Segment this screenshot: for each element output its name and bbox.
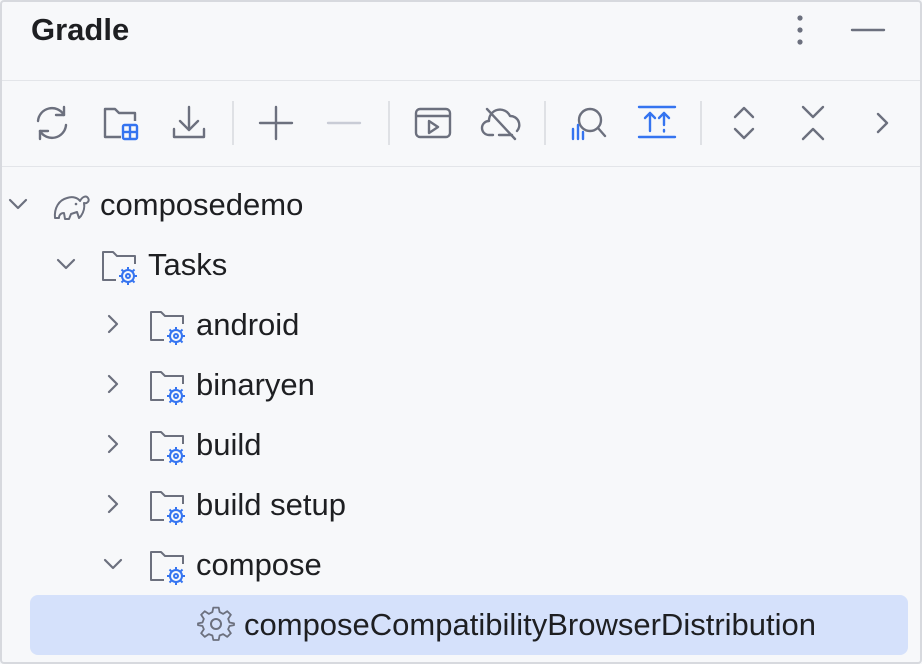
tree-item-label: binaryen	[196, 367, 315, 402]
folder-gear-icon	[150, 431, 185, 465]
analyze-icon	[571, 107, 607, 141]
minus-icon	[326, 121, 362, 125]
tree-item-build[interactable]: build	[2, 416, 920, 472]
panel-title: Gradle	[31, 12, 130, 47]
expand-all-button[interactable]	[722, 101, 766, 145]
tree-item-compose-compatibility-browser-distribution[interactable]: composeCompatibilityBrowserDistribution	[2, 595, 920, 655]
folder-gear-icon	[150, 551, 185, 585]
tree-item-binaryen[interactable]: binaryen	[2, 356, 920, 412]
tree-item-composedemo[interactable]: composedemo	[2, 176, 920, 232]
tree-item-label: compose	[196, 547, 322, 582]
tree-item-label: Tasks	[148, 247, 228, 282]
options-menu-button[interactable]	[780, 10, 820, 50]
toolbar-separator	[700, 101, 702, 145]
folder-gear-icon	[150, 371, 185, 405]
tree-item-build-setup[interactable]: build setup	[2, 476, 920, 532]
offline-mode-button[interactable]	[479, 101, 523, 145]
tree-item-label: build	[196, 427, 262, 462]
collapse-all-button[interactable]	[791, 101, 835, 145]
tree-item-label: composeCompatibilityBrowserDistribution	[244, 607, 816, 642]
cloud-off-icon	[480, 107, 521, 141]
refresh-icon	[36, 105, 68, 141]
chevron-right-icon[interactable]	[99, 490, 127, 518]
chevron-down-icon[interactable]	[4, 190, 32, 218]
toolbar-separator	[232, 101, 234, 145]
tree-item-compose[interactable]: compose	[2, 536, 920, 592]
expand-all-icon	[733, 106, 755, 140]
chevron-down-icon[interactable]	[99, 550, 127, 578]
chevron-right-icon[interactable]	[99, 310, 127, 338]
gradle-toolbar	[2, 81, 920, 167]
minimize-icon	[850, 28, 886, 32]
folder-add-icon	[103, 107, 139, 141]
hide-panel-button[interactable]	[848, 10, 888, 50]
show-dependencies-button[interactable]	[635, 101, 679, 145]
chevron-right-icon	[876, 112, 889, 134]
gradle-elephant-icon	[53, 195, 90, 220]
collapse-all-icon	[801, 105, 825, 141]
toolbar-separator	[544, 101, 546, 145]
dependencies-icon	[637, 105, 677, 139]
tool-window-header: Gradle	[2, 2, 920, 81]
link-project-button[interactable]	[254, 101, 298, 145]
add-project-button[interactable]	[99, 101, 143, 145]
download-sources-button[interactable]	[167, 101, 211, 145]
tree-item-label: composedemo	[100, 187, 304, 222]
folder-gear-icon	[150, 311, 185, 345]
chevron-right-icon[interactable]	[99, 370, 127, 398]
tree-item-android[interactable]: android	[2, 296, 920, 352]
folder-gear-icon	[102, 251, 137, 285]
analyze-dependencies-button[interactable]	[566, 101, 610, 145]
tree-item-label: android	[196, 307, 300, 342]
tree-item-label: build setup	[196, 487, 346, 522]
more-vertical-icon	[797, 15, 803, 45]
download-icon	[172, 105, 206, 139]
folder-gear-icon	[150, 491, 185, 525]
plus-icon	[258, 105, 294, 141]
more-actions-button[interactable]	[860, 101, 904, 145]
run-window-icon	[414, 107, 452, 139]
unlink-project-button[interactable]	[322, 101, 366, 145]
chevron-down-icon[interactable]	[52, 250, 80, 278]
toolbar-separator	[388, 101, 390, 145]
reload-all-button[interactable]	[30, 101, 74, 145]
chevron-right-icon[interactable]	[99, 430, 127, 458]
tree-item-tasks[interactable]: Tasks	[2, 236, 920, 292]
gradle-tool-window: Gradle composedemo Tasks android binarye…	[0, 0, 922, 664]
gear-icon	[197, 606, 235, 641]
execute-task-button[interactable]	[411, 101, 455, 145]
